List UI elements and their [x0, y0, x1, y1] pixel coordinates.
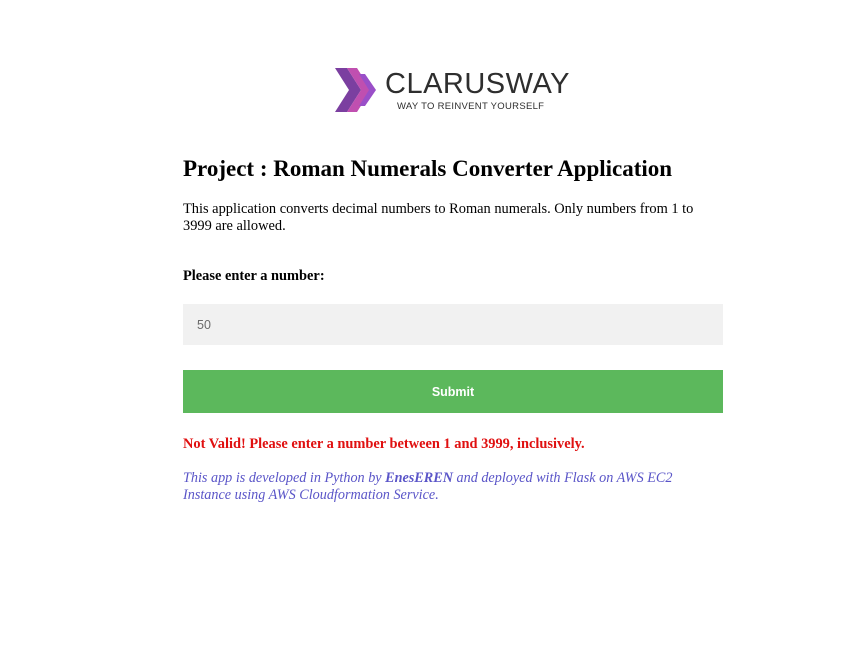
submit-button[interactable]: Submit	[183, 370, 723, 413]
page: CLARUSWAY WAY TO REINVENT YOURSELF Proje…	[0, 0, 864, 654]
clarusway-chevron-icon	[335, 68, 376, 112]
logo-tagline: WAY TO REINVENT YOURSELF	[397, 101, 545, 112]
logo-name: CLARUSWAY	[385, 68, 570, 100]
clarusway-logo: CLARUSWAY WAY TO REINVENT YOURSELF	[335, 66, 575, 114]
number-input-label: Please enter a number:	[183, 268, 325, 284]
footer-credits: This app is developed in Python by EnesE…	[183, 470, 703, 504]
main-content: Project : Roman Numerals Converter Appli…	[183, 154, 723, 504]
footer-prefix: This app is developed in Python by	[183, 470, 386, 486]
page-description: This application converts decimal number…	[183, 201, 694, 234]
error-message: Not Valid! Please enter a number between…	[183, 436, 585, 452]
footer-author: EnesEREN	[385, 470, 453, 486]
page-title: Project : Roman Numerals Converter Appli…	[183, 156, 673, 181]
number-input[interactable]	[183, 304, 723, 345]
